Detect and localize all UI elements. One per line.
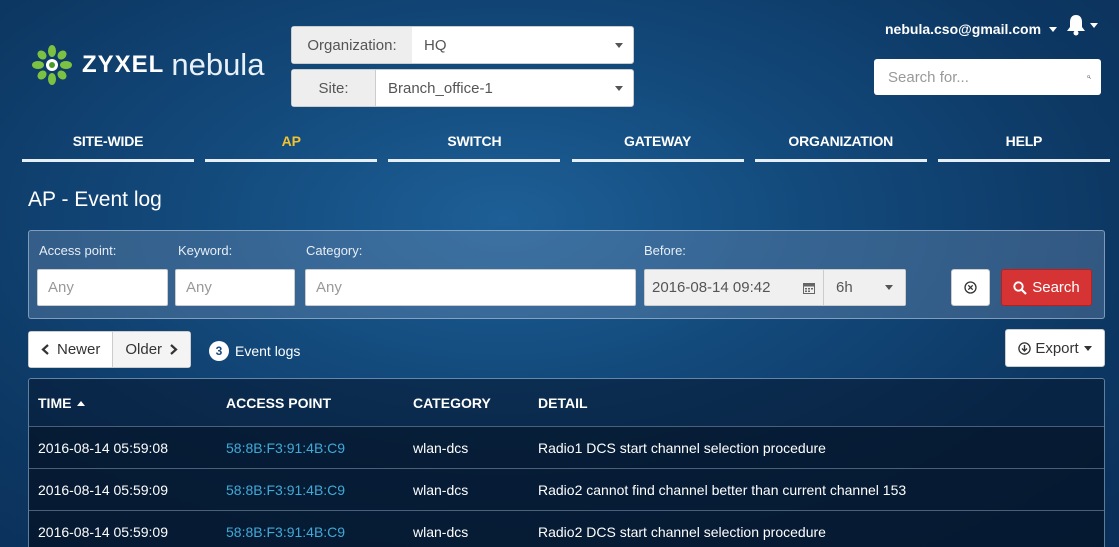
chevron-down-icon — [1049, 26, 1058, 32]
range-value: 6h — [836, 279, 853, 296]
newer-button[interactable]: Newer — [29, 332, 114, 367]
chevron-right-icon — [170, 344, 178, 355]
brand-name-light: nebula — [171, 47, 265, 82]
tab-site-wide[interactable]: SITE-WIDE — [22, 128, 194, 162]
keyword-input[interactable] — [186, 279, 294, 296]
clear-filter-button[interactable] — [951, 269, 990, 306]
chevron-down-icon — [615, 85, 623, 91]
event-count: 3 Event logs — [209, 341, 300, 361]
nebula-logo-icon — [32, 45, 72, 85]
page-title: AP - Event log — [28, 188, 162, 211]
before-datetime-value: 2016-08-14 09:42 — [652, 279, 771, 296]
cell-detail: Radio1 DCS start channel selection proce… — [538, 439, 826, 456]
cell-category: wlan-dcs — [413, 523, 469, 540]
category-label: Category: — [306, 243, 363, 258]
account-menu[interactable]: nebula.cso@gmail.com — [885, 21, 1058, 37]
column-access-point[interactable]: ACCESS POINT — [226, 395, 413, 411]
event-count-label: Event logs — [235, 343, 301, 359]
column-time-label: TIME — [38, 394, 72, 411]
pagination: Newer Older — [28, 331, 192, 368]
tab-organization[interactable]: ORGANIZATION — [754, 128, 927, 162]
export-label: Export — [1035, 339, 1079, 357]
main-nav: SITE-WIDE AP SWITCH GATEWAY ORGANIZATION… — [22, 128, 1110, 162]
site-value: Branch_office-1 — [388, 79, 493, 97]
table-row: 2016-08-14 05:59:09 58:8B:F3:91:4B:C9 wl… — [29, 510, 1104, 547]
bell-icon — [1067, 15, 1085, 36]
cell-access-point-link[interactable]: 58:8B:F3:91:4B:C9 — [226, 482, 413, 498]
chevron-left-icon — [41, 344, 49, 355]
tab-ap[interactable]: AP — [205, 128, 378, 162]
search-button-label: Search — [1032, 279, 1080, 296]
filter-panel: Access point: Keyword: Category: Before:… — [28, 230, 1105, 319]
before-label: Before: — [644, 243, 686, 258]
chevron-down-icon — [615, 42, 623, 48]
access-point-label: Access point: — [39, 243, 117, 258]
organization-value: HQ — [424, 36, 447, 54]
newer-label: Newer — [57, 341, 101, 358]
keyword-label: Keyword: — [178, 243, 233, 258]
column-time[interactable]: TIME — [29, 395, 226, 411]
cell-access-point-link[interactable]: 58:8B:F3:91:4B:C9 — [226, 440, 413, 456]
cell-time: 2016-08-14 05:59:09 — [38, 523, 168, 540]
download-icon — [1018, 341, 1032, 355]
tab-help[interactable]: HELP — [937, 128, 1110, 162]
cell-time: 2016-08-14 05:59:08 — [38, 439, 168, 456]
magnifier-icon[interactable] — [1087, 70, 1091, 84]
table-header: TIME ACCESS POINT CATEGORY DETAIL — [29, 379, 1104, 426]
tab-gateway[interactable]: GATEWAY — [571, 128, 744, 162]
access-point-field[interactable] — [37, 269, 168, 306]
calendar-icon[interactable] — [795, 282, 823, 294]
site-select[interactable]: Site: Branch_office-1 — [291, 69, 634, 107]
organization-label: Organization: — [292, 27, 412, 63]
cell-category: wlan-dcs — [413, 439, 469, 456]
event-log-table: TIME ACCESS POINT CATEGORY DETAIL 2016-0… — [28, 378, 1105, 547]
category-input[interactable] — [316, 279, 635, 296]
notifications-button[interactable] — [1066, 14, 1098, 36]
global-search-input[interactable] — [888, 68, 1087, 86]
cell-detail: Radio2 DCS start channel selection proce… — [538, 523, 826, 540]
brand-name-bold: ZYXEL — [82, 51, 165, 78]
older-label: Older — [125, 341, 163, 358]
chevron-down-icon — [1090, 22, 1098, 28]
site-label: Site: — [292, 70, 376, 106]
brand-logo[interactable]: ZYXEL nebula — [30, 40, 264, 90]
cell-category: wlan-dcs — [413, 481, 469, 498]
keyword-field[interactable] — [175, 269, 295, 306]
cell-access-point-link[interactable]: 58:8B:F3:91:4B:C9 — [226, 524, 413, 540]
range-select[interactable]: 6h — [823, 270, 905, 305]
cell-time: 2016-08-14 05:59:09 — [38, 481, 168, 498]
tab-switch[interactable]: SWITCH — [388, 128, 561, 162]
organization-select[interactable]: Organization: HQ — [291, 26, 634, 64]
magnifier-icon — [1013, 280, 1028, 295]
chevron-down-icon — [885, 285, 893, 290]
before-datetime-field[interactable]: 2016-08-14 09:42 6h — [644, 269, 906, 306]
event-count-badge: 3 — [209, 341, 229, 361]
account-email: nebula.cso@gmail.com — [885, 21, 1042, 37]
column-category[interactable]: CATEGORY — [413, 395, 538, 411]
table-row: 2016-08-14 05:59:09 58:8B:F3:91:4B:C9 wl… — [29, 468, 1104, 510]
global-search[interactable] — [874, 59, 1101, 95]
column-detail[interactable]: DETAIL — [538, 395, 1104, 411]
category-field[interactable] — [305, 269, 636, 306]
search-button[interactable]: Search — [1001, 269, 1092, 306]
table-row: 2016-08-14 05:59:08 58:8B:F3:91:4B:C9 wl… — [29, 426, 1104, 468]
access-point-input[interactable] — [48, 279, 167, 296]
older-button[interactable]: Older — [113, 332, 191, 367]
cell-detail: Radio2 cannot find channel better than c… — [538, 481, 907, 498]
clear-icon — [964, 281, 977, 294]
chevron-down-icon — [1083, 345, 1092, 351]
sort-ascending-icon — [77, 401, 86, 407]
export-button[interactable]: Export — [1005, 329, 1105, 367]
